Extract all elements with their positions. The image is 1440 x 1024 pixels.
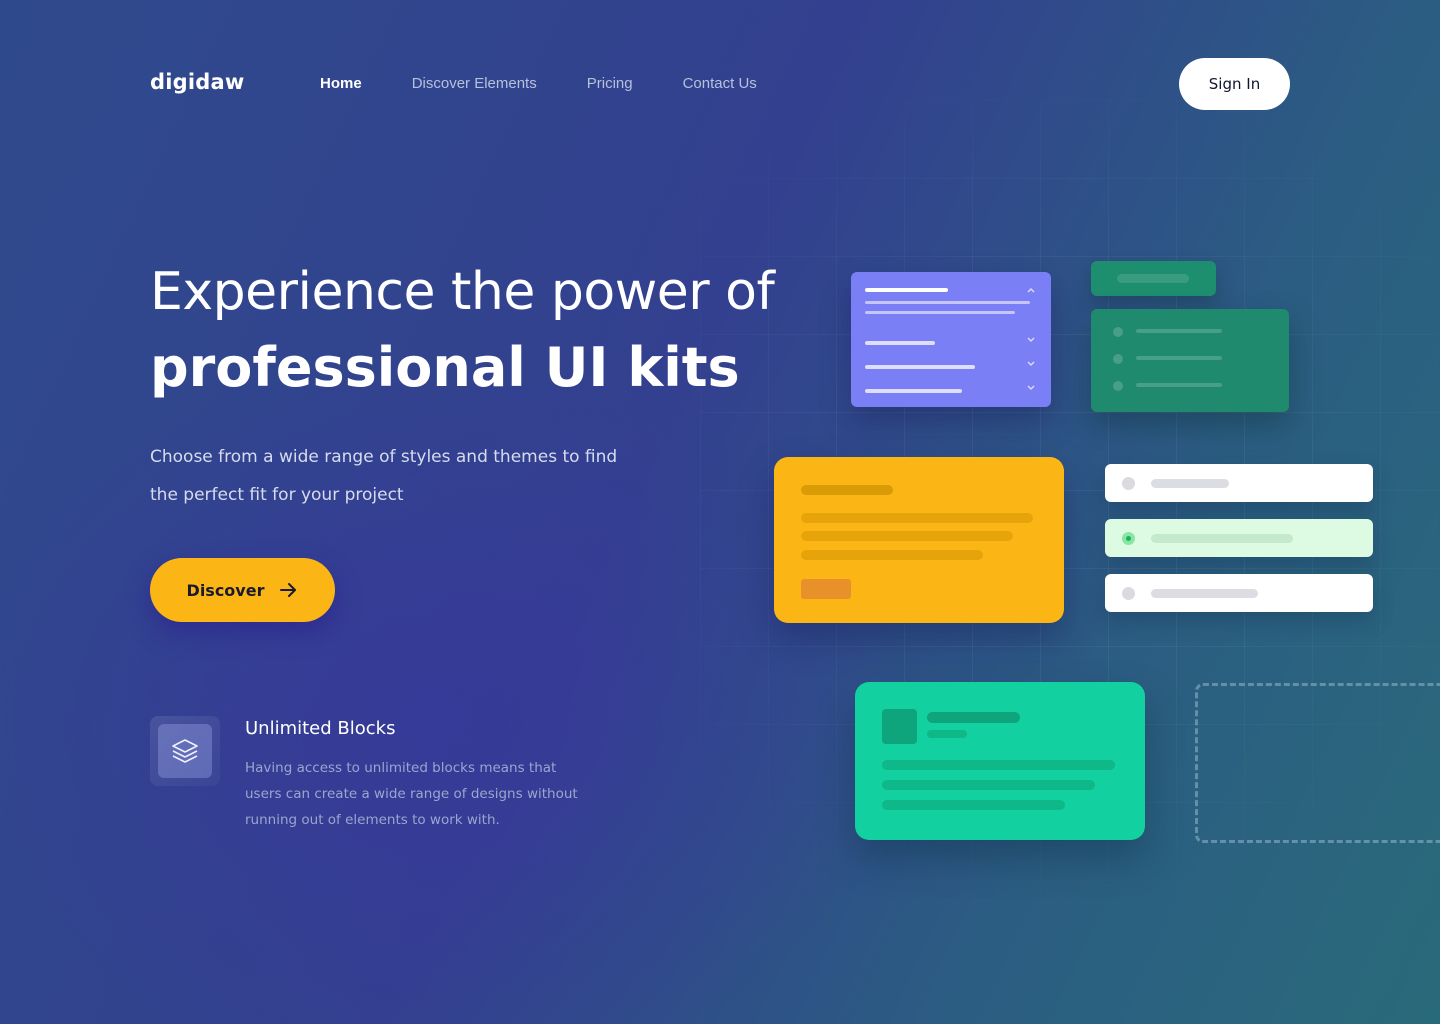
- layers-icon: [172, 739, 198, 763]
- illustration-radio-row: [1105, 464, 1373, 502]
- main-nav: Home Discover Elements Pricing Contact U…: [320, 75, 757, 92]
- sign-in-button[interactable]: Sign In: [1179, 58, 1290, 110]
- feature-icon-tile: [158, 724, 212, 778]
- chevron-down-icon: [1027, 385, 1035, 391]
- discover-button-label: Discover: [186, 580, 265, 600]
- hero-title-light: Experience the power of: [150, 262, 775, 322]
- illustration-tag-pill: [1091, 261, 1216, 296]
- hero-title-bold: professional UI kits: [150, 336, 740, 399]
- illustration-text-card: [774, 457, 1064, 623]
- nav-item-contact-us[interactable]: Contact Us: [683, 75, 757, 92]
- chevron-down-icon: [1027, 337, 1035, 343]
- hero-subtitle: Choose from a wide range of styles and t…: [150, 447, 618, 505]
- nav-item-home[interactable]: Home: [320, 75, 362, 92]
- arrow-right-icon: [280, 583, 297, 597]
- chevron-down-icon: [1027, 361, 1035, 367]
- feature-description: Having access to unlimited blocks means …: [245, 760, 578, 828]
- illustration-radio-row: [1105, 574, 1373, 612]
- illustration-list-card: [1091, 309, 1289, 412]
- nav-item-discover-elements[interactable]: Discover Elements: [412, 75, 537, 92]
- nav-item-pricing[interactable]: Pricing: [587, 75, 633, 92]
- illustration-radio-row-selected: [1105, 519, 1373, 557]
- feature-title: Unlimited Blocks: [245, 718, 396, 739]
- illustration-profile-card: [855, 682, 1145, 840]
- chevron-up-icon: [1027, 287, 1035, 293]
- illustration-dashed-placeholder: [1195, 683, 1440, 843]
- discover-button[interactable]: Discover: [150, 558, 335, 622]
- brand-logo[interactable]: digidaw: [150, 70, 244, 94]
- illustration-accordion-card: [851, 272, 1051, 407]
